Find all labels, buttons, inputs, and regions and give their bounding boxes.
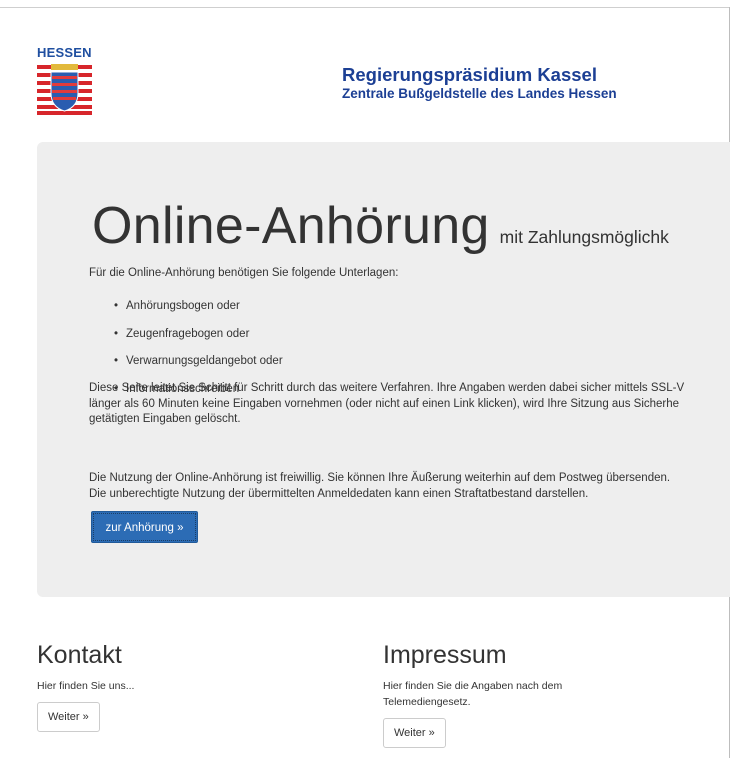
info-paragraph-ssl: Diese Seite leitet Sie Schritt für Schri… xyxy=(89,381,684,428)
list-item-label: Anhörungsbogen oder xyxy=(126,300,240,312)
paragraph-line: Die Nutzung der Online-Anhörung ist frei… xyxy=(89,472,671,484)
jumbotron: Online-Anhörung mit Zahlungsmöglichk Für … xyxy=(37,142,730,597)
hessen-coat-of-arms-icon xyxy=(37,63,92,115)
kontakt-text: Hier finden Sie uns... xyxy=(37,680,135,692)
list-item: • Zeugenfragebogen oder xyxy=(114,327,283,355)
bullet-icon: • xyxy=(114,355,119,367)
header-subtitle: Zentrale Bußgeldstelle des Landes Hessen xyxy=(342,86,617,101)
kontakt-weiter-button[interactable]: Weiter » xyxy=(37,702,100,732)
page-title-suffix: mit Zahlungsmöglichk xyxy=(499,227,669,247)
list-item: • Anhörungsbogen oder xyxy=(114,299,283,327)
page-title: Online-Anhörung mit Zahlungsmöglichk xyxy=(92,196,669,256)
header-title: Regierungspräsidium Kassel xyxy=(342,64,597,85)
list-item-label: Zeugenfragebogen oder xyxy=(126,327,250,340)
logo-text: HESSEN xyxy=(37,45,92,60)
bullet-icon: • xyxy=(114,327,119,340)
impressum-weiter-button[interactable]: Weiter » xyxy=(383,718,446,748)
impressum-heading: Impressum xyxy=(383,641,507,669)
intro-text: Für die Online-Anhörung benötigen Sie fo… xyxy=(89,267,399,279)
header-titles: Regierungspräsidium Kassel Zentrale Bußg… xyxy=(342,64,617,102)
paragraph-line: länger als 60 Minuten keine Eingaben vor… xyxy=(89,397,680,410)
info-paragraph-voluntary: Die Nutzung der Online-Anhörung ist frei… xyxy=(89,471,670,502)
paragraph-line: getätigten Eingaben gelöscht. xyxy=(89,413,241,425)
hessen-logo[interactable]: HESSEN xyxy=(37,46,97,115)
list-item: • Verwarnungsgeldangebot oder xyxy=(114,354,283,382)
bullet-icon: • xyxy=(114,300,119,312)
kontakt-heading: Kontakt xyxy=(37,641,122,669)
paragraph-line: Die unberechtigte Nutzung der übermittel… xyxy=(89,487,589,500)
paragraph-line: Diese Seite leitet Sie Schritt für Schri… xyxy=(89,382,685,394)
impressum-section: Impressum Hier finden Sie die Angaben na… xyxy=(383,640,623,748)
start-hearing-button[interactable]: zur Anhörung » xyxy=(91,511,198,543)
list-item-label: Verwarnungsgeldangebot oder xyxy=(126,355,283,367)
kontakt-section: Kontakt Hier finden Sie uns... Weiter » xyxy=(37,640,134,732)
impressum-text: Hier finden Sie die Angaben nach dem Tel… xyxy=(383,680,563,708)
page-title-main: Online-Anhörung xyxy=(92,197,490,255)
